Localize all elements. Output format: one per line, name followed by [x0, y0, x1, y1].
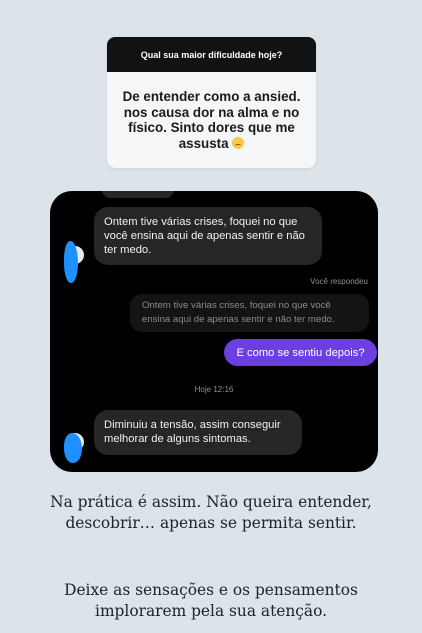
caption-paragraph: Deixe as sensações e os pensamentos impl…: [64, 581, 358, 620]
caption-paragraph: Na prática é assim. Não queira entender,…: [50, 493, 372, 532]
replied-label: Você respondeu: [310, 277, 368, 286]
question-sticker: Qual sua maior dificuldade hoje? De ente…: [107, 37, 316, 168]
cut-off-message-bubble: [102, 191, 174, 198]
answer-line: nos causa dor na alma e no: [123, 104, 300, 120]
chat-screenshot: Ontem tive várias crises, foquei no que …: [50, 191, 378, 472]
avatar-censor-blob: [64, 241, 78, 283]
incoming-message-bubble[interactable]: Ontem tive várias crises, foquei no que …: [94, 207, 322, 265]
question-prompt: Qual sua maior dificuldade hoje?: [107, 37, 316, 72]
message-timestamp: Hoje 12:16: [194, 385, 234, 394]
answer-line: físico. Sinto dores que me: [128, 120, 295, 136]
quoted-message[interactable]: Ontem tive várias crises, foquei no que …: [130, 294, 369, 332]
answer-line-last: assusta: [117, 136, 306, 152]
avatar-censor-blob: [64, 433, 82, 463]
answer-line: De entender como a ansied.: [122, 89, 301, 104]
outgoing-message-bubble[interactable]: E como se sentiu depois?: [224, 339, 377, 366]
question-answer: De entender como a ansied. nos causa dor…: [107, 72, 316, 151]
answer-line: assusta: [178, 135, 229, 151]
incoming-message-bubble[interactable]: Diminuiu a tensão, assim conseguir melho…: [94, 410, 302, 455]
worried-face-emoji-icon: [232, 136, 245, 149]
